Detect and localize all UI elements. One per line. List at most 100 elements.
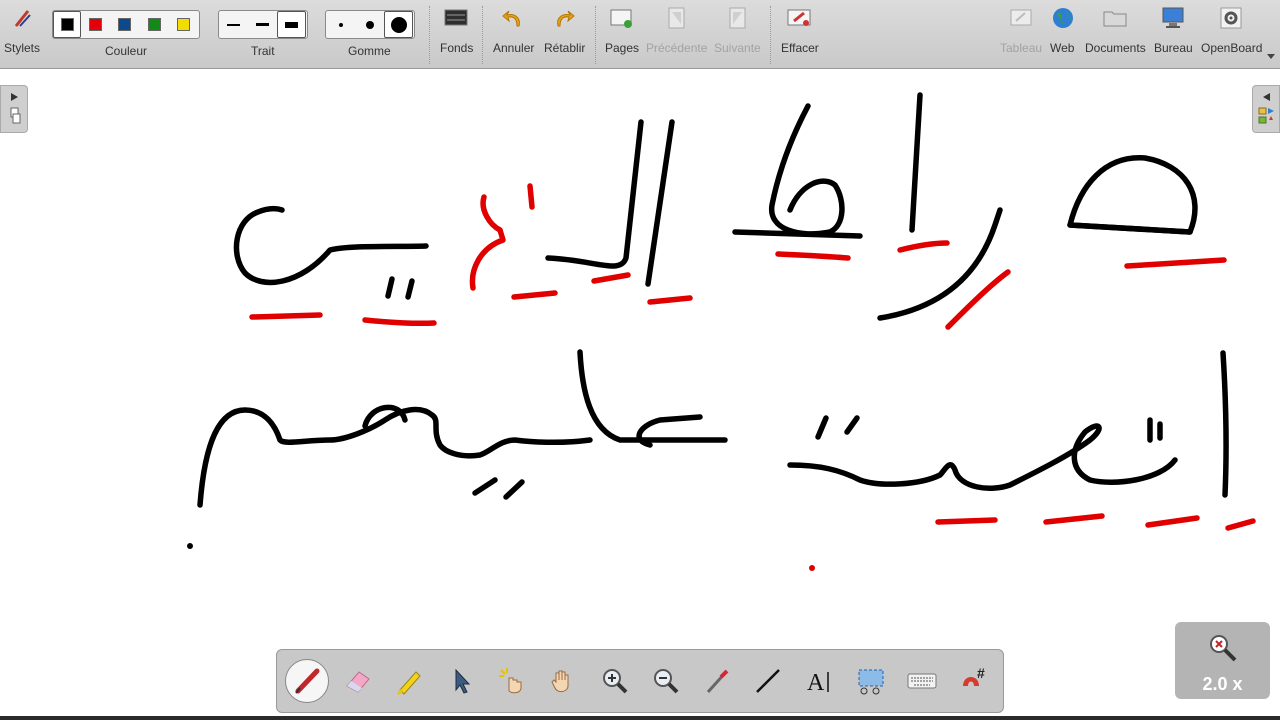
eraser-large-option[interactable]	[384, 11, 413, 38]
documents-button[interactable]: Documents	[1084, 0, 1146, 68]
black-ink-strokes-line-1	[233, 92, 1198, 321]
grid-magnet-tool-button[interactable]: #	[952, 659, 996, 703]
highlighter-icon	[397, 671, 422, 696]
bureau-button[interactable]: Bureau	[1152, 0, 1194, 68]
color-blue-swatch[interactable]	[109, 11, 139, 38]
previous-page-button[interactable]: Précédente	[645, 0, 707, 68]
stylets-button[interactable]: Stylets	[2, 0, 42, 68]
svg-text:A: A	[807, 670, 825, 696]
retablir-label: Rétablir	[544, 41, 586, 55]
text-icon: A	[807, 670, 829, 696]
color-black-swatch[interactable]	[53, 11, 81, 38]
taskbar-edge	[0, 716, 1280, 720]
web-button[interactable]: Web	[1048, 0, 1078, 68]
keyboard-tool-button[interactable]	[900, 659, 944, 703]
desktop-icon	[1160, 6, 1186, 30]
precedente-label: Précédente	[646, 41, 708, 55]
web-label: Web	[1050, 41, 1075, 55]
toolbar-divider	[595, 6, 596, 64]
bureau-label: Bureau	[1154, 41, 1193, 55]
pointer-stick-icon	[707, 669, 729, 694]
pages-label: Pages	[605, 41, 640, 55]
toolbar-divider	[770, 6, 771, 64]
folder-icon	[1102, 6, 1128, 30]
next-page-button[interactable]: Suivante	[712, 0, 762, 68]
eraser-medium-option[interactable]	[355, 11, 384, 38]
undo-button[interactable]: Annuler	[490, 0, 536, 68]
globe-icon	[1050, 6, 1076, 30]
whiteboard-canvas[interactable]	[0, 69, 1280, 716]
capture-icon	[858, 669, 884, 695]
highlighter-tool-button[interactable]	[388, 659, 432, 703]
color-red-swatch[interactable]	[81, 11, 109, 38]
main-toolbar: Stylets Couleur Trait Gomme Fonds Annule…	[0, 0, 1280, 69]
red-ink-strokes	[249, 183, 1256, 531]
openboard-button[interactable]: OpenBoard	[1199, 0, 1263, 68]
clear-page-icon	[786, 6, 812, 30]
eraser-small-option[interactable]	[326, 11, 355, 38]
zoom-in-icon	[602, 669, 628, 694]
capture-tool-button[interactable]	[849, 659, 893, 703]
tableau-button[interactable]: Tableau	[1000, 0, 1042, 68]
zoom-in-tool-button[interactable]	[593, 659, 637, 703]
zoom-magnifier-icon	[1210, 635, 1237, 662]
color-green-swatch[interactable]	[139, 11, 169, 38]
zoom-out-icon	[653, 669, 679, 694]
gomme-label: Gomme	[348, 44, 391, 58]
openboard-label: OpenBoard	[1201, 41, 1263, 55]
line-width-palette	[218, 10, 308, 39]
background-icon	[443, 6, 469, 30]
color-palette	[52, 10, 200, 39]
pen-icon	[295, 668, 320, 694]
next-page-icon	[724, 6, 750, 30]
toolbar-menu-arrow-icon[interactable]	[1267, 54, 1275, 59]
tableau-label: Tableau	[1000, 41, 1043, 55]
line-thin-option[interactable]	[219, 11, 248, 38]
stylus-toolbar: A #	[276, 649, 1004, 713]
couleur-label: Couleur	[105, 44, 148, 58]
annuler-label: Annuler	[493, 41, 535, 55]
toolbar-divider	[429, 6, 430, 64]
color-yellow-swatch[interactable]	[169, 11, 197, 38]
magnet-grid-icon: #	[962, 665, 985, 686]
selector-tool-button[interactable]	[439, 659, 483, 703]
fonds-button[interactable]: Fonds	[436, 0, 476, 68]
eraser-icon	[346, 671, 370, 693]
black-ink-strokes-line-2	[197, 349, 1229, 508]
pages-button[interactable]: Pages	[602, 0, 640, 68]
board-icon	[1008, 6, 1034, 30]
clear-button[interactable]: Effacer	[778, 0, 820, 68]
eraser-tool-button[interactable]	[336, 659, 380, 703]
line-tool-button[interactable]	[747, 659, 791, 703]
text-tool-button[interactable]: A	[798, 659, 842, 703]
line-icon	[756, 669, 781, 693]
previous-page-icon	[663, 6, 689, 30]
redo-button[interactable]: Rétablir	[542, 0, 586, 68]
line-medium-option[interactable]	[248, 11, 277, 38]
pen-tool-button[interactable]	[285, 659, 329, 703]
add-page-icon	[608, 6, 634, 30]
fonds-label: Fonds	[440, 41, 474, 55]
documents-label: Documents	[1085, 41, 1146, 55]
effacer-label: Effacer	[781, 41, 819, 55]
hand-icon	[551, 670, 569, 693]
line-thick-option[interactable]	[277, 11, 306, 38]
undo-arrow-icon	[500, 6, 526, 30]
laser-pointer-icon	[499, 668, 522, 694]
trait-label: Trait	[251, 44, 275, 58]
selector-icon	[455, 668, 470, 694]
gear-icon	[1218, 6, 1244, 30]
suivante-label: Suivante	[714, 41, 761, 55]
ink-dot	[187, 543, 193, 549]
interact-tool-button[interactable]	[490, 659, 534, 703]
ink-dot	[809, 565, 815, 571]
hand-tool-button[interactable]	[541, 659, 585, 703]
keyboard-icon	[907, 673, 937, 689]
zoom-out-tool-button[interactable]	[644, 659, 688, 703]
zoom-indicator[interactable]: 2.0 x	[1175, 622, 1270, 699]
stylets-icon	[9, 6, 35, 30]
redo-arrow-icon	[551, 6, 577, 30]
stylets-label: Stylets	[3, 41, 40, 55]
pointer-tool-button[interactable]	[695, 659, 739, 703]
zoom-level-label: 2.0 x	[1202, 674, 1243, 694]
